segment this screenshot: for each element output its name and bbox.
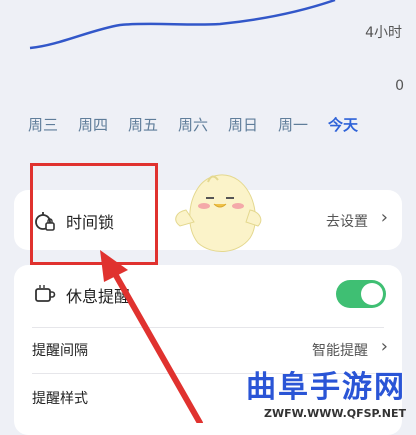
- site-watermark: 曲阜手游网 ZWFW.WWW.QFSP.NET: [246, 362, 406, 420]
- watermark-title: 曲阜手游网: [246, 370, 406, 405]
- pointer-arrow: [100, 250, 203, 423]
- watermark-url: ZWFW.WWW.QFSP.NET: [264, 407, 406, 420]
